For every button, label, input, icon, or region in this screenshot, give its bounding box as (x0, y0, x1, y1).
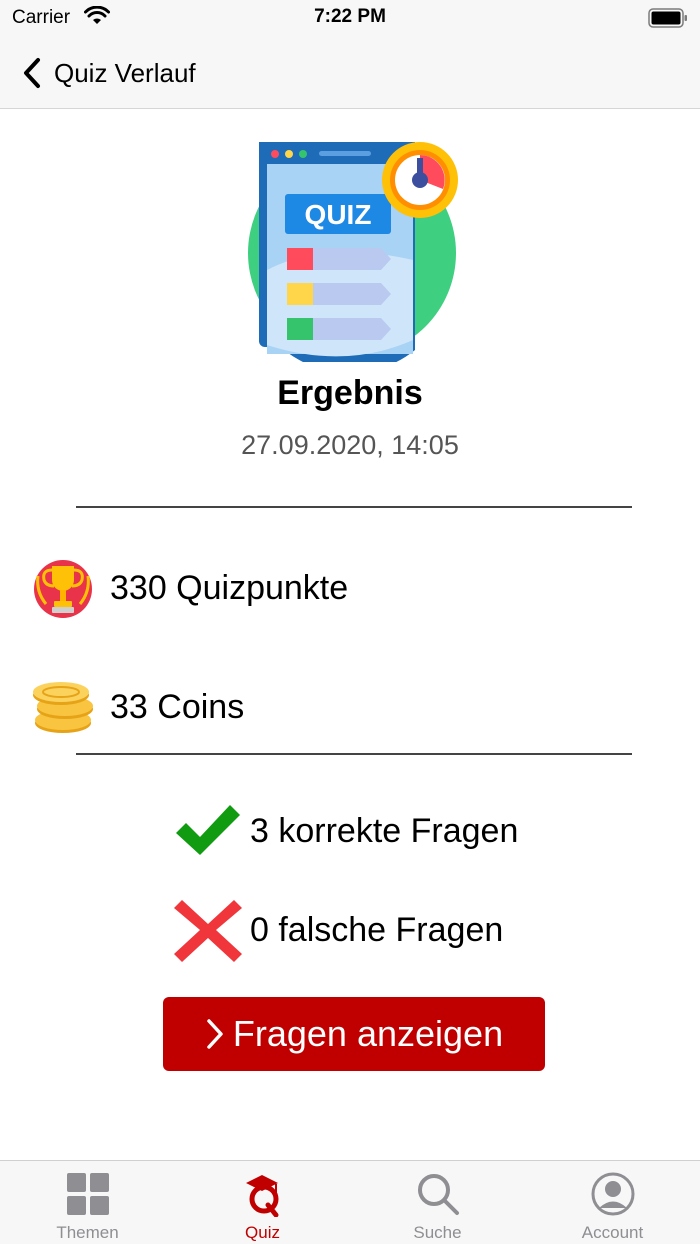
correct-answers-row: 3 korrekte Fragen (172, 797, 518, 865)
account-icon (591, 1172, 634, 1216)
back-button[interactable]: Quiz Verlauf (18, 54, 196, 92)
coins-icon (33, 682, 93, 733)
battery-icon (648, 8, 687, 28)
grid-icon (66, 1173, 109, 1215)
checkmark-icon (176, 805, 240, 855)
tab-quiz[interactable]: Quiz (175, 1161, 350, 1244)
status-bar: Carrier 7:22 PM (0, 0, 700, 36)
chevron-left-icon (24, 58, 40, 88)
coins-label: 33 Coins (110, 687, 245, 726)
coins-row: 33 Coins (32, 675, 244, 739)
tab-themen[interactable]: Themen (0, 1161, 175, 1244)
tab-label: Account (581, 1223, 644, 1242)
show-questions-button[interactable]: Fragen anzeigen (163, 997, 545, 1071)
show-questions-label: Fragen anzeigen (232, 1013, 504, 1054)
clock: 7:22 PM (314, 6, 386, 27)
tab-account[interactable]: Account (525, 1161, 700, 1244)
quiz-badge-text: QUIZ (305, 199, 372, 230)
divider (76, 506, 632, 508)
chevron-right-icon (207, 1019, 223, 1049)
correct-answers-label: 3 korrekte Fragen (250, 811, 519, 850)
divider (76, 753, 632, 755)
wrong-answers-label: 0 falsche Fragen (250, 910, 504, 949)
points-label: 330 Quizpunkte (110, 568, 349, 607)
quiz-illustration: QUIZ (248, 142, 458, 362)
trophy-icon (34, 560, 92, 618)
tab-label: Suche (413, 1223, 462, 1242)
wrong-answers-row: 0 falsche Fragen (172, 896, 503, 964)
search-icon (417, 1174, 459, 1215)
result-title: Ergebnis (277, 374, 423, 412)
navigation-bar: Quiz Verlauf (0, 36, 700, 109)
tab-label: Quiz (245, 1223, 280, 1242)
tab-label: Themen (56, 1223, 119, 1242)
result-date: 27.09.2020, 14:05 (241, 430, 459, 460)
tab-bar: Themen Quiz Suche Account (0, 1160, 700, 1244)
back-label: Quiz Verlauf (54, 57, 196, 88)
cross-icon (174, 900, 242, 962)
quiz-logo-icon (245, 1175, 278, 1217)
points-row: 330 Quizpunkte (32, 556, 348, 620)
tab-suche[interactable]: Suche (350, 1161, 525, 1244)
